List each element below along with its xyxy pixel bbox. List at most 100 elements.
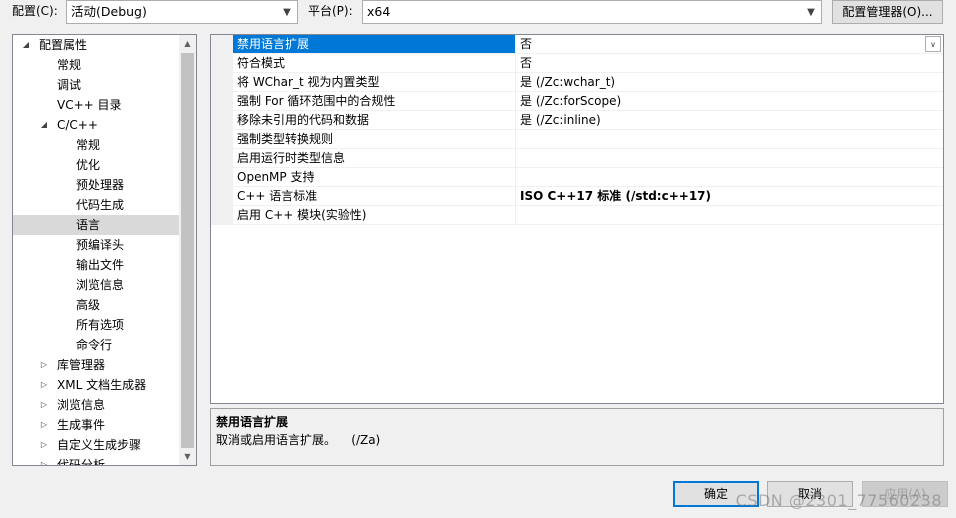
tree-item-label: 代码生成 xyxy=(76,198,125,212)
property-name: 将 WChar_t 视为内置类型 xyxy=(233,73,516,92)
tree-item-label: 代码分析 xyxy=(57,458,106,466)
config-select[interactable]: 活动(Debug) ▼ xyxy=(66,0,298,24)
tree-item[interactable]: 常规 xyxy=(13,55,179,75)
tree-item-label: VC++ 目录 xyxy=(57,98,122,112)
property-tree[interactable]: ◢ 配置属性 常规 调试 VC++ 目录 ◢ C/C++ 常规 优化 预处理器 代码生成 语言 预编译头… xyxy=(12,34,197,466)
property-value[interactable] xyxy=(516,206,943,225)
property-value[interactable] xyxy=(516,168,943,187)
config-label: 配置(C): xyxy=(12,4,58,18)
collapsed-arrow-icon[interactable]: ▷ xyxy=(39,455,49,465)
property-row[interactable]: 禁用语言扩展否 ∨ xyxy=(211,35,943,54)
expanded-arrow-icon[interactable]: ◢ xyxy=(21,35,31,55)
property-value[interactable]: 是 (/Zc:wchar_t) xyxy=(516,73,943,92)
property-value-text: 是 (/Zc:inline) xyxy=(520,113,601,127)
collapsed-arrow-icon[interactable]: ▷ xyxy=(39,375,49,395)
platform-select[interactable]: x64 ▼ xyxy=(362,0,822,24)
row-gutter xyxy=(211,111,233,130)
tree-item-label: 库管理器 xyxy=(57,358,106,372)
property-value[interactable] xyxy=(516,130,943,149)
tree-item[interactable]: 预编译头 xyxy=(13,235,179,255)
tree-item-label: 预处理器 xyxy=(76,178,125,192)
collapsed-arrow-icon[interactable]: ▷ xyxy=(39,415,49,435)
property-name: 符合模式 xyxy=(233,54,516,73)
tree-item[interactable]: 常规 xyxy=(13,135,179,155)
row-gutter xyxy=(211,35,233,54)
property-name: 启用 C++ 模块(实验性) xyxy=(233,206,516,225)
property-value[interactable]: 否 xyxy=(516,54,943,73)
tree-item[interactable]: 高级 xyxy=(13,295,179,315)
tree-item[interactable]: ◢ C/C++ xyxy=(13,115,179,135)
property-name: 强制 For 循环范围中的合规性 xyxy=(233,92,516,111)
property-row[interactable]: 启用运行时类型信息 xyxy=(211,149,943,168)
tree-item[interactable]: 命令行 xyxy=(13,335,179,355)
tree-item-label: 调试 xyxy=(57,78,82,92)
property-name: C++ 语言标准 xyxy=(233,187,516,206)
tree-item[interactable]: 代码生成 xyxy=(13,195,179,215)
collapsed-arrow-icon[interactable]: ▷ xyxy=(39,395,49,415)
scrollbar-thumb[interactable] xyxy=(181,53,194,448)
tree-item[interactable]: ◢ 配置属性 xyxy=(13,35,179,55)
chevron-down-icon: ▼ xyxy=(807,6,815,18)
tree-item[interactable]: ▷ XML 文档生成器 xyxy=(13,375,179,395)
tree-item[interactable]: ▷ 浏览信息 xyxy=(13,395,179,415)
property-name: 禁用语言扩展 xyxy=(233,35,516,54)
property-row[interactable]: C++ 语言标准 ISO C++17 标准 (/std:c++17) xyxy=(211,187,943,206)
property-name: 启用运行时类型信息 xyxy=(233,149,516,168)
collapsed-arrow-icon[interactable]: ▷ xyxy=(39,435,49,455)
tree-item-label: 配置属性 xyxy=(39,38,88,52)
tree-item-label: 常规 xyxy=(57,58,82,72)
property-value[interactable]: 是 (/Zc:inline) xyxy=(516,111,943,130)
tree-item-label: 语言 xyxy=(76,218,101,232)
property-value[interactable]: 否 ∨ xyxy=(516,35,943,54)
collapsed-arrow-icon[interactable]: ▷ xyxy=(39,355,49,375)
tree-item[interactable]: 语言 xyxy=(13,215,179,235)
tree-item[interactable]: ▷ 自定义生成步骤 xyxy=(13,435,179,455)
tree-item-label: XML 文档生成器 xyxy=(57,378,147,392)
tree-item[interactable]: 预处理器 xyxy=(13,175,179,195)
property-row[interactable]: 符合模式否 xyxy=(211,54,943,73)
tree-item-label: 所有选项 xyxy=(76,318,125,332)
tree-item[interactable]: 输出文件 xyxy=(13,255,179,275)
property-value[interactable] xyxy=(516,149,943,168)
property-name: 移除未引用的代码和数据 xyxy=(233,111,516,130)
tree-scrollbar[interactable]: ▲ ▼ xyxy=(179,35,196,465)
property-value-text: 是 (/Zc:wchar_t) xyxy=(520,75,616,89)
property-row[interactable]: 移除未引用的代码和数据是 (/Zc:inline) xyxy=(211,111,943,130)
dropdown-arrow-icon[interactable]: ∨ xyxy=(925,36,941,52)
row-gutter xyxy=(211,187,233,206)
tree-item-label: 生成事件 xyxy=(57,418,106,432)
expanded-arrow-icon[interactable]: ◢ xyxy=(39,115,49,135)
tree-item[interactable]: 所有选项 xyxy=(13,315,179,335)
property-row[interactable]: 启用 C++ 模块(实验性) xyxy=(211,206,943,225)
tree-item[interactable]: ▷ 生成事件 xyxy=(13,415,179,435)
property-row[interactable]: 强制类型转换规则 xyxy=(211,130,943,149)
row-gutter xyxy=(211,168,233,187)
tree-item-label: 自定义生成步骤 xyxy=(57,438,142,452)
scroll-down-icon[interactable]: ▼ xyxy=(179,448,196,465)
property-value[interactable]: 是 (/Zc:forScope) xyxy=(516,92,943,111)
property-row[interactable]: OpenMP 支持 xyxy=(211,168,943,187)
property-row[interactable]: 将 WChar_t 视为内置类型是 (/Zc:wchar_t) xyxy=(211,73,943,92)
tree-item-label: 常规 xyxy=(76,138,101,152)
row-gutter xyxy=(211,206,233,225)
tree-item[interactable]: ▷ 库管理器 xyxy=(13,355,179,375)
tree-item[interactable]: 浏览信息 xyxy=(13,275,179,295)
property-grid[interactable]: 禁用语言扩展否 ∨ 符合模式否将 WChar_t 视为内置类型是 (/Zc:wcha… xyxy=(210,34,944,404)
tree-item-label: 浏览信息 xyxy=(57,398,106,412)
tree-item[interactable]: 优化 xyxy=(13,155,179,175)
property-name: 强制类型转换规则 xyxy=(233,130,516,149)
tree-item[interactable]: 调试 xyxy=(13,75,179,95)
property-name: OpenMP 支持 xyxy=(233,168,516,187)
property-value-text: ISO C++17 标准 (/std:c++17) xyxy=(520,189,711,203)
row-gutter xyxy=(211,130,233,149)
tree-item[interactable]: VC++ 目录 xyxy=(13,95,179,115)
description-panel: 禁用语言扩展 取消或启用语言扩展。 (/Za) xyxy=(210,408,944,466)
tree-item[interactable]: ▷ 代码分析 xyxy=(13,455,179,466)
property-row[interactable]: 强制 For 循环范围中的合规性是 (/Zc:forScope) xyxy=(211,92,943,111)
row-gutter xyxy=(211,92,233,111)
platform-select-value: x64 xyxy=(367,4,391,19)
description-title: 禁用语言扩展 xyxy=(216,415,289,429)
property-value[interactable]: ISO C++17 标准 (/std:c++17) xyxy=(516,187,943,206)
config-manager-button[interactable]: 配置管理器(O)... xyxy=(832,0,943,24)
scroll-up-icon[interactable]: ▲ xyxy=(179,35,196,52)
